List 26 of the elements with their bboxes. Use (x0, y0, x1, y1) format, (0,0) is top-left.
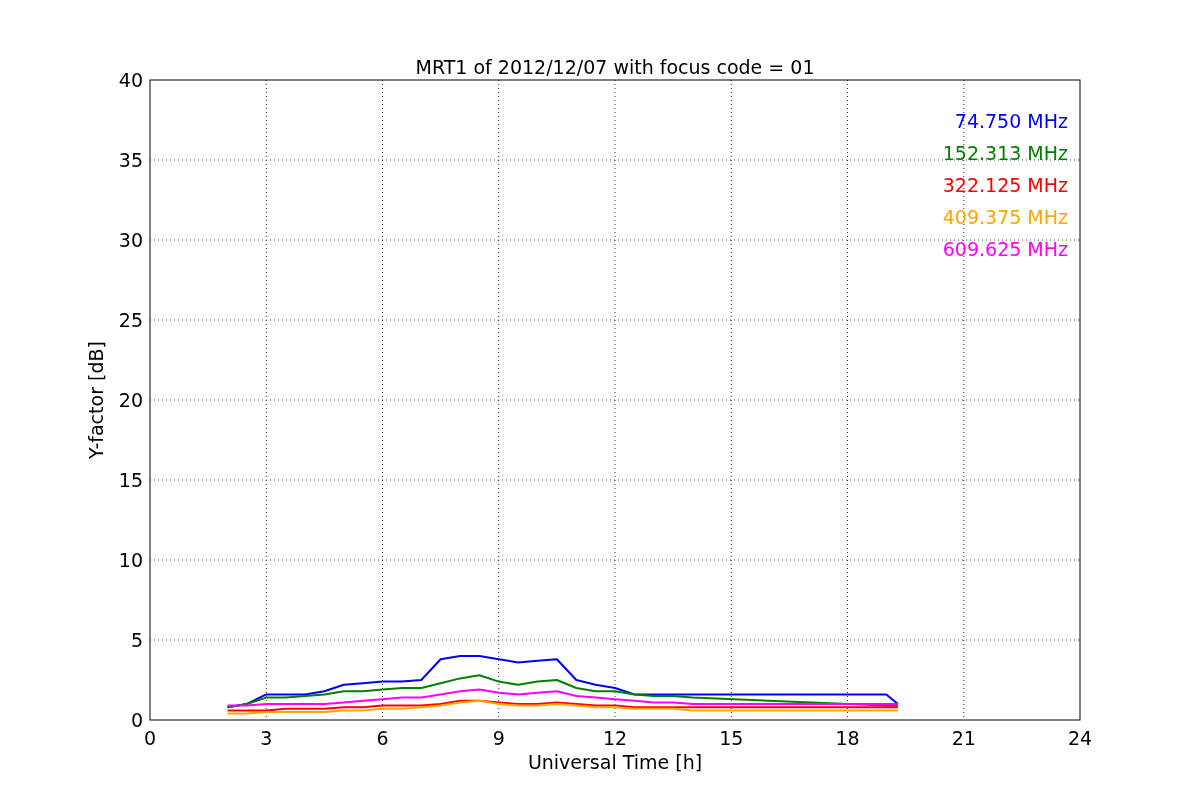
x-tick-label: 18 (835, 727, 860, 749)
legend-label: 152.313 MHz (942, 142, 1068, 164)
y-tick-label: 30 (118, 229, 143, 251)
x-tick-label: 6 (376, 727, 389, 749)
y-tick-label: 35 (118, 149, 143, 171)
y-tick-label: 10 (118, 549, 143, 571)
x-tick-label: 24 (1067, 727, 1093, 749)
legend-label: 609.625 MHz (942, 238, 1068, 260)
y-tick-label: 0 (130, 709, 143, 731)
y-tick-label: 40 (118, 69, 143, 91)
x-tick-label: 0 (143, 727, 157, 749)
x-axis-label: Universal Time [h] (527, 751, 703, 773)
x-tick-label: 9 (492, 727, 505, 749)
y-axis-label: Y-factor [dB] (85, 341, 107, 459)
y-tick-label: 20 (118, 389, 143, 411)
x-tick-label: 3 (260, 727, 273, 749)
y-tick-label: 5 (130, 629, 143, 651)
chart-title: MRT1 of 2012/12/07 with focus code = 01 (415, 56, 815, 78)
legend-label: 409.375 MHz (942, 206, 1068, 228)
y-tick-label: 25 (118, 309, 143, 331)
x-tick-label: 12 (602, 727, 628, 749)
legend-label: 322.125 MHz (942, 174, 1068, 196)
y-tick-label: 15 (118, 469, 143, 491)
x-tick-label: 21 (951, 727, 976, 749)
x-tick-label: 15 (719, 727, 744, 749)
legend-label: 74.750 MHz (954, 110, 1068, 132)
